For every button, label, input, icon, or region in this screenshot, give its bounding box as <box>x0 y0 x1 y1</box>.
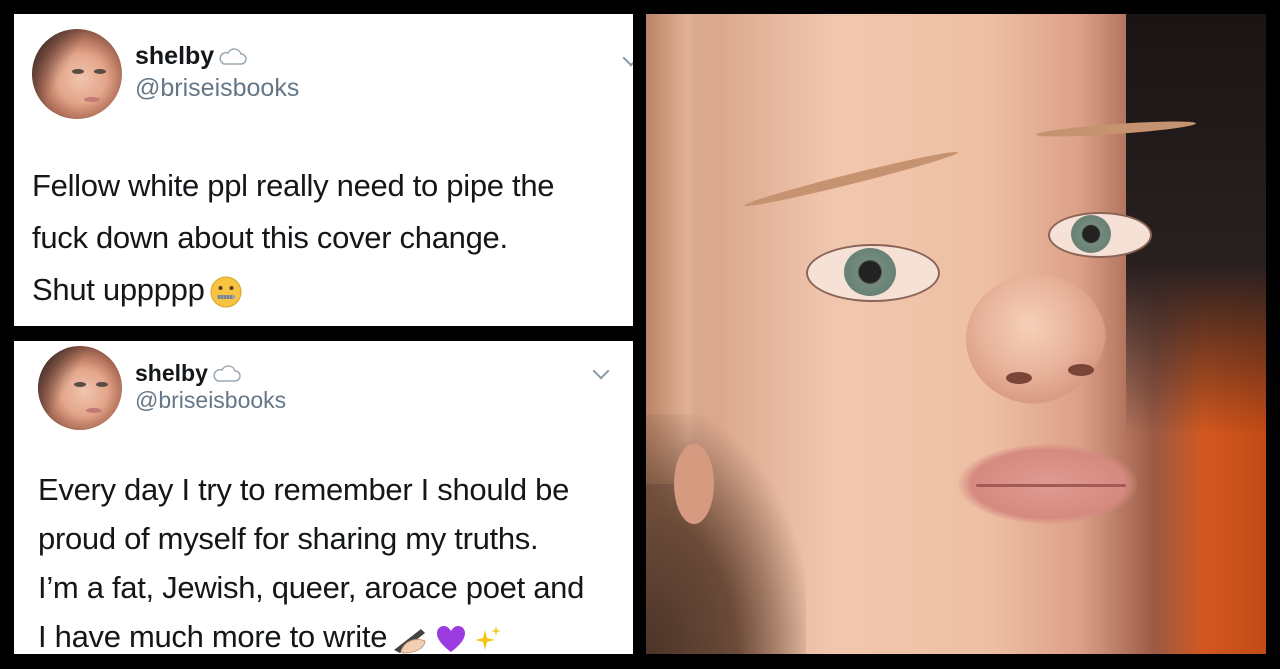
tweet-text: Fellow white ppl really need to pipe the… <box>32 160 632 316</box>
cloud-icon <box>213 364 241 382</box>
tweet-text-line: fuck down about this cover change. <box>32 220 508 255</box>
avatar[interactable] <box>32 29 122 119</box>
tweet-text-line: I have much more to write <box>38 612 628 654</box>
sparkles-emoji <box>475 625 502 650</box>
user-name-row: shelby <box>135 360 241 387</box>
tweet-text-line: Every day I try to remember I should be <box>38 472 570 507</box>
writing-hand-emoji <box>394 628 426 654</box>
user-name[interactable]: shelby <box>135 42 214 71</box>
tweet-text: Every day I try to remember I should be … <box>38 465 628 654</box>
tweet-text-line: Fellow white ppl really need to pipe the <box>32 168 555 203</box>
tweet-card-2: shelby @briseisbooks Every day I try to … <box>14 341 633 654</box>
user-handle[interactable]: @briseisbooks <box>135 387 286 414</box>
zipper-mouth-face-emoji <box>210 276 242 308</box>
tweet-text-line: proud of myself for sharing my truths. <box>38 521 539 556</box>
user-name-row: shelby <box>135 42 247 71</box>
chevron-down-icon[interactable] <box>592 362 610 380</box>
cloud-icon <box>219 47 247 65</box>
purple-heart-emoji <box>437 625 466 652</box>
user-name[interactable]: shelby <box>135 360 208 387</box>
chevron-down-icon[interactable] <box>622 49 633 67</box>
selfie-photo <box>646 14 1266 654</box>
avatar[interactable] <box>38 346 122 430</box>
user-handle[interactable]: @briseisbooks <box>135 74 299 103</box>
tweet-card-1: shelby @briseisbooks Fellow white ppl re… <box>14 14 633 326</box>
tweet-text-line: Shut uppppp <box>32 264 632 316</box>
tweet-text-line: I’m a fat, Jewish, queer, aroace poet an… <box>38 570 585 605</box>
